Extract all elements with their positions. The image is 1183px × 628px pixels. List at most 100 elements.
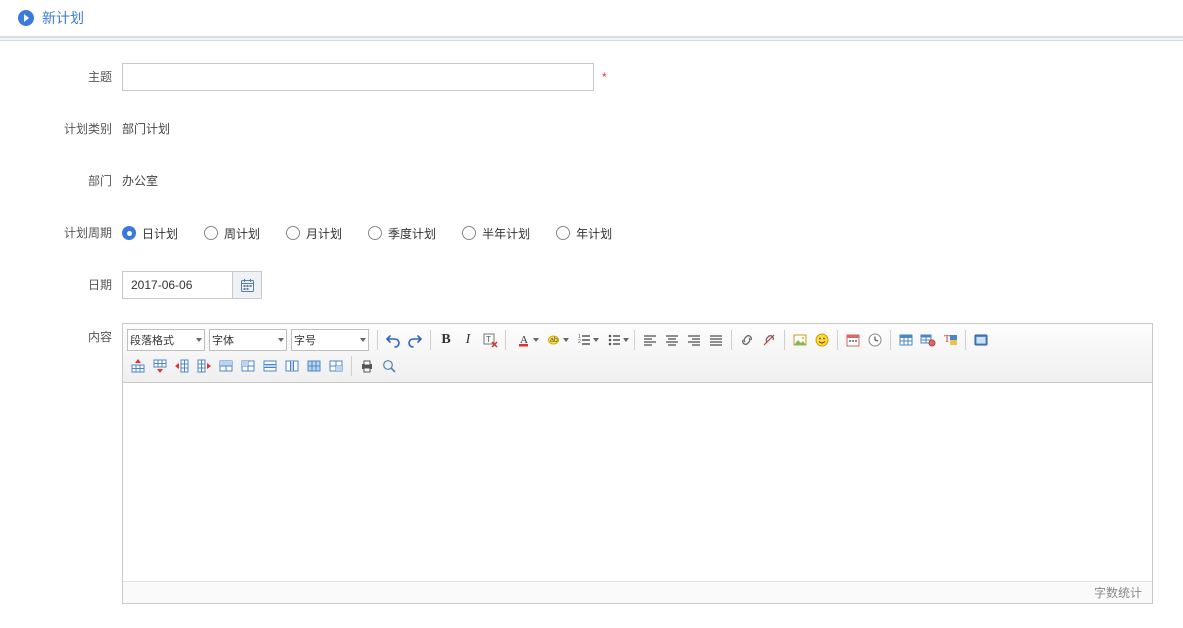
date-picker-button[interactable] — [232, 271, 262, 299]
ordered-list-button[interactable]: 12 — [570, 329, 600, 351]
word-count-button[interactable]: 字数统计 — [123, 581, 1152, 603]
highlight-icon: ab — [547, 332, 563, 348]
format-select[interactable]: 段落格式 — [127, 329, 205, 351]
table-delete-button[interactable] — [303, 355, 325, 377]
undo-icon — [385, 332, 401, 348]
delete-col-icon — [284, 358, 300, 374]
separator — [505, 330, 506, 350]
toolbar-row-1: 段落格式 字体 字号 B I T — [127, 327, 1148, 353]
magnifier-icon — [381, 358, 397, 374]
row-cycle: 计划周期 日计划周计划月计划季度计划半年计划年计划 — [0, 219, 1153, 247]
image-icon — [792, 332, 808, 348]
date-group — [122, 271, 262, 299]
content-label: 内容 — [0, 323, 112, 351]
required-mark: * — [602, 70, 607, 84]
emoji-button[interactable] — [811, 329, 833, 351]
ordered-list-icon: 12 — [577, 332, 593, 348]
align-right-button[interactable] — [683, 329, 705, 351]
highlight-button[interactable]: ab — [540, 329, 570, 351]
redo-button[interactable] — [404, 329, 426, 351]
chevron-down-icon — [360, 338, 366, 342]
link-icon — [739, 332, 755, 348]
cycle-radio-option[interactable]: 季度计划 — [368, 225, 436, 242]
undo-button[interactable] — [382, 329, 404, 351]
clearformat-icon: T — [482, 332, 498, 348]
delete-row-icon — [262, 358, 278, 374]
insert-date-button[interactable] — [842, 329, 864, 351]
table-delete-col-button[interactable] — [281, 355, 303, 377]
page-title: 新计划 — [42, 8, 84, 28]
table-cellcolor-button[interactable]: T — [939, 329, 961, 351]
bold-button[interactable]: B — [435, 329, 457, 351]
category-value: 部门计划 — [122, 115, 170, 143]
italic-button[interactable]: I — [457, 329, 479, 351]
link-button[interactable] — [736, 329, 758, 351]
separator — [634, 330, 635, 350]
svg-text:T: T — [944, 334, 950, 345]
table-icon — [898, 332, 914, 348]
cellcolor-icon: T — [942, 332, 958, 348]
fontsize-select[interactable]: 字号 — [291, 329, 369, 351]
radio-label: 周计划 — [224, 225, 260, 242]
department-value: 办公室 — [122, 167, 158, 195]
preview-button[interactable] — [378, 355, 400, 377]
calendar-icon — [240, 278, 255, 293]
redo-icon — [407, 332, 423, 348]
chevron-down-icon — [623, 338, 629, 342]
subject-input[interactable] — [122, 63, 594, 91]
editor-textarea[interactable] — [123, 383, 1152, 581]
insert-image-button[interactable] — [789, 329, 811, 351]
insert-table-button[interactable] — [895, 329, 917, 351]
align-center-button[interactable] — [661, 329, 683, 351]
fullscreen-button[interactable] — [970, 329, 992, 351]
table-insert-row-above-button[interactable] — [127, 355, 149, 377]
chevron-down-icon — [278, 338, 284, 342]
print-button[interactable] — [356, 355, 378, 377]
date-label: 日期 — [0, 271, 112, 299]
date-input[interactable] — [122, 271, 232, 299]
clearformat-button[interactable]: T — [479, 329, 501, 351]
svg-text:2: 2 — [578, 339, 581, 345]
svg-text:T: T — [486, 335, 491, 344]
table-split-cells-button[interactable] — [237, 355, 259, 377]
unlink-button[interactable] — [758, 329, 780, 351]
cycle-radio-option[interactable]: 半年计划 — [462, 225, 530, 242]
table-insert-row-below-button[interactable] — [149, 355, 171, 377]
chevron-down-icon — [533, 338, 539, 342]
chevron-down-icon — [593, 338, 599, 342]
cycle-radio-option[interactable]: 月计划 — [286, 225, 342, 242]
table-insert-col-left-button[interactable] — [171, 355, 193, 377]
bold-icon: B — [441, 332, 450, 348]
clock-icon — [867, 332, 883, 348]
insert-row-below-icon — [152, 358, 168, 374]
table-delete-row-button[interactable] — [259, 355, 281, 377]
cycle-radio-option[interactable]: 周计划 — [204, 225, 260, 242]
separator — [351, 356, 352, 376]
fontcolor-button[interactable]: A — [510, 329, 540, 351]
cycle-radio-option[interactable]: 日计划 — [122, 225, 178, 242]
unordered-list-icon — [607, 332, 623, 348]
radio-icon — [122, 226, 136, 240]
split-cells-icon — [240, 358, 256, 374]
align-justify-button[interactable] — [705, 329, 727, 351]
align-left-button[interactable] — [639, 329, 661, 351]
separator — [430, 330, 431, 350]
department-label: 部门 — [0, 167, 112, 195]
separator — [890, 330, 891, 350]
cycle-radio-group: 日计划 周计划 月计划 季度计划 半年计划 年计划 — [122, 225, 612, 242]
table-merge-cells-button[interactable] — [215, 355, 237, 377]
font-select[interactable]: 字体 — [209, 329, 287, 351]
table-insert-col-right-button[interactable] — [193, 355, 215, 377]
separator — [965, 330, 966, 350]
table-props-button[interactable] — [917, 329, 939, 351]
cycle-radio-option[interactable]: 年计划 — [556, 225, 612, 242]
print-icon — [359, 358, 375, 374]
toolbar-row-2 — [127, 353, 1148, 379]
insert-col-left-icon — [174, 358, 190, 374]
table-cell-props-button[interactable] — [325, 355, 347, 377]
radio-icon — [462, 226, 476, 240]
insert-time-button[interactable] — [864, 329, 886, 351]
chevron-down-icon — [196, 338, 202, 342]
unordered-list-button[interactable] — [600, 329, 630, 351]
separator — [731, 330, 732, 350]
